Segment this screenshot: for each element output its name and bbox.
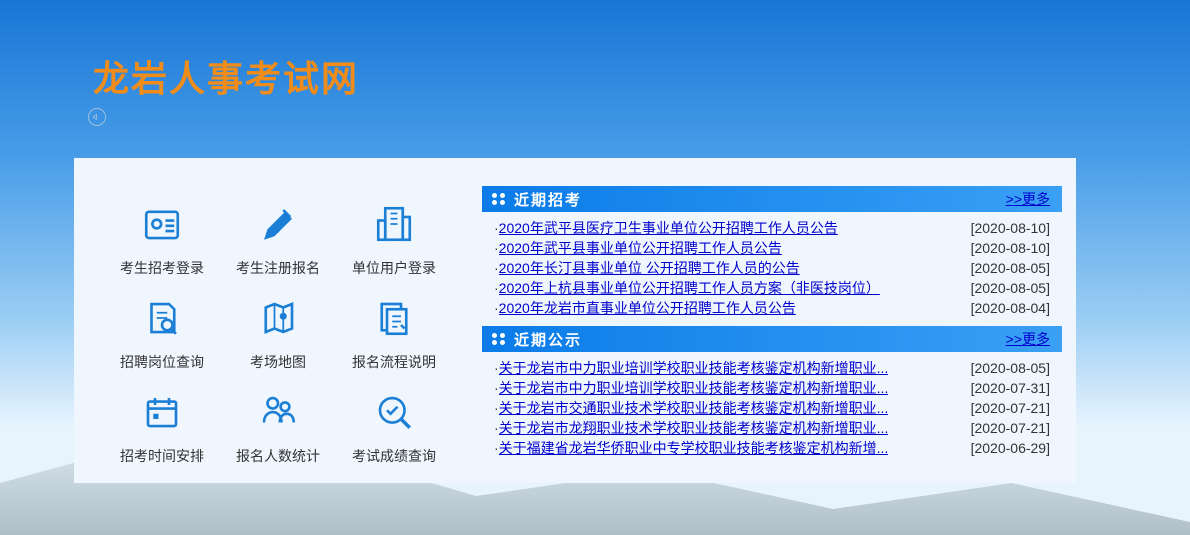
list-body-recruit: ·2020年武平县医疗卫生事业单位公开招聘工作人员公告[2020-08-10]·… [482, 212, 1062, 326]
list-item: ·2020年龙岩市直事业单位公开招聘工作人员公告[2020-08-04] [494, 298, 1050, 318]
register-icon [254, 200, 302, 248]
nav-label: 招聘岗位查询 [120, 352, 204, 372]
section-title-notice: 近期公示 [514, 329, 582, 350]
jobs-icon [138, 294, 186, 342]
section-title-recruit: 近期招考 [514, 189, 582, 210]
list-item: ·关于龙岩市中力职业培训学校职业技能考核鉴定机构新增职业...[2020-08-… [494, 358, 1050, 378]
list-date: [2020-07-31] [971, 378, 1050, 398]
nav-label: 报名流程说明 [352, 352, 436, 372]
list-link[interactable]: 2020年武平县事业单位公开招聘工作人员公告 [499, 238, 782, 258]
list-date: [2020-08-05] [971, 258, 1050, 278]
lists-column: 近期招考 >>更多 ·2020年武平县医疗卫生事业单位公开招聘工作人员公告[20… [482, 158, 1076, 483]
nav-label: 考试成绩查询 [352, 446, 436, 466]
main-panel: 考生招考登录 考生注册报名 单位用户登录招聘岗位查询 考场地图 报名流程说明招考时间安排… [74, 158, 1076, 483]
nav-label: 报名人数统计 [236, 446, 320, 466]
dots-icon [492, 193, 506, 205]
stats-icon [254, 388, 302, 436]
nav-item-jobs[interactable]: 招聘岗位查询 [105, 294, 220, 386]
nav-item-stats[interactable]: 报名人数统计 [221, 388, 336, 480]
section-header-recruit: 近期招考 >>更多 [482, 186, 1062, 212]
list-link[interactable]: 关于龙岩市中力职业培训学校职业技能考核鉴定机构新增职业... [499, 378, 889, 398]
list-link[interactable]: 关于龙岩市龙翔职业技术学校职业技能考核鉴定机构新增职业... [499, 418, 889, 438]
more-link-notice[interactable]: >>更多 [1006, 329, 1050, 349]
nav-label: 考生招考登录 [120, 258, 204, 278]
announcement-icon[interactable] [88, 108, 106, 126]
icon-grid: 考生招考登录 考生注册报名 单位用户登录招聘岗位查询 考场地图 报名流程说明招考时间安排… [74, 158, 482, 483]
list-link[interactable]: 关于福建省龙岩华侨职业中专学校职业技能考核鉴定机构新增... [499, 438, 889, 458]
nav-item-register[interactable]: 考生注册报名 [221, 200, 336, 292]
more-link-recruit[interactable]: >>更多 [1006, 189, 1050, 209]
list-date: [2020-06-29] [971, 438, 1050, 458]
flow-icon [370, 294, 418, 342]
list-date: [2020-08-05] [971, 358, 1050, 378]
nav-label: 单位用户登录 [352, 258, 436, 278]
list-item: ·关于龙岩市中力职业培训学校职业技能考核鉴定机构新增职业...[2020-07-… [494, 378, 1050, 398]
nav-item-schedule[interactable]: 招考时间安排 [105, 388, 220, 480]
map-icon [254, 294, 302, 342]
list-item: ·2020年武平县事业单位公开招聘工作人员公告[2020-08-10] [494, 238, 1050, 258]
list-date: [2020-07-21] [971, 418, 1050, 438]
list-date: [2020-08-10] [971, 218, 1050, 238]
list-date: [2020-08-05] [971, 278, 1050, 298]
list-link[interactable]: 关于龙岩市中力职业培训学校职业技能考核鉴定机构新增职业... [499, 358, 889, 378]
nav-label: 考生注册报名 [236, 258, 320, 278]
schedule-icon [138, 388, 186, 436]
list-body-notice: ·关于龙岩市中力职业培训学校职业技能考核鉴定机构新增职业...[2020-08-… [482, 352, 1062, 466]
site-title: 龙岩人事考试网 [93, 50, 359, 102]
section-header-notice: 近期公示 >>更多 [482, 326, 1062, 352]
list-item: ·2020年武平县医疗卫生事业单位公开招聘工作人员公告[2020-08-10] [494, 218, 1050, 238]
list-link[interactable]: 关于龙岩市交通职业技术学校职业技能考核鉴定机构新增职业... [499, 398, 889, 418]
list-link[interactable]: 2020年长汀县事业单位 公开招聘工作人员的公告 [499, 258, 800, 278]
nav-item-map[interactable]: 考场地图 [221, 294, 336, 386]
list-item: ·2020年上杭县事业单位公开招聘工作人员方案（非医技岗位）[2020-08-0… [494, 278, 1050, 298]
list-link[interactable]: 2020年龙岩市直事业单位公开招聘工作人员公告 [499, 298, 796, 318]
list-link[interactable]: 2020年上杭县事业单位公开招聘工作人员方案（非医技岗位） [499, 278, 880, 298]
list-item: ·关于福建省龙岩华侨职业中专学校职业技能考核鉴定机构新增...[2020-06-… [494, 438, 1050, 458]
nav-label: 考场地图 [250, 352, 306, 372]
list-link[interactable]: 2020年武平县医疗卫生事业单位公开招聘工作人员公告 [499, 218, 838, 238]
nav-label: 招考时间安排 [120, 446, 204, 466]
dots-icon [492, 333, 506, 345]
org-icon [370, 200, 418, 248]
score-icon [370, 388, 418, 436]
nav-item-score[interactable]: 考试成绩查询 [337, 388, 452, 480]
nav-item-login[interactable]: 考生招考登录 [105, 200, 220, 292]
list-item: ·关于龙岩市交通职业技术学校职业技能考核鉴定机构新增职业...[2020-07-… [494, 398, 1050, 418]
list-item: ·2020年长汀县事业单位 公开招聘工作人员的公告[2020-08-05] [494, 258, 1050, 278]
list-item: ·关于龙岩市龙翔职业技术学校职业技能考核鉴定机构新增职业...[2020-07-… [494, 418, 1050, 438]
nav-item-org[interactable]: 单位用户登录 [337, 200, 452, 292]
list-date: [2020-08-10] [971, 238, 1050, 258]
nav-item-flow[interactable]: 报名流程说明 [337, 294, 452, 386]
list-date: [2020-08-04] [971, 298, 1050, 318]
list-date: [2020-07-21] [971, 398, 1050, 418]
login-icon [138, 200, 186, 248]
